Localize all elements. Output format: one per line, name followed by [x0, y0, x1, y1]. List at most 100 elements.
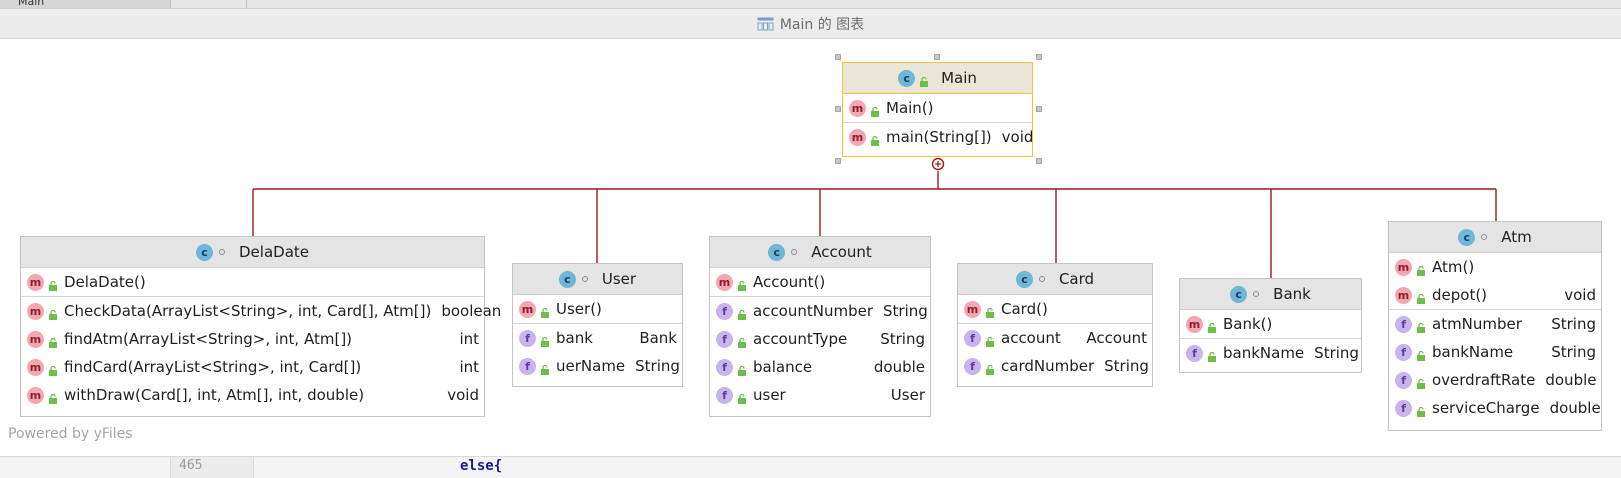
public-icon [48, 362, 58, 376]
field-row[interactable]: f uerName String [513, 352, 682, 380]
method-icon: m [964, 300, 981, 318]
method-icon: m [716, 273, 733, 291]
public-icon [737, 362, 747, 376]
field-row[interactable]: f serviceCharge double [1389, 394, 1601, 422]
method-icon: m [27, 358, 44, 376]
code-line: else{ [460, 458, 503, 474]
field-row[interactable]: f accountType String [710, 325, 930, 353]
member-name: Bank() [1223, 315, 1273, 333]
field-row[interactable]: f bankName String [1389, 338, 1601, 366]
method-icon: m [1395, 286, 1412, 304]
field-row[interactable]: f user User [710, 381, 930, 409]
public-icon [48, 277, 58, 291]
method-icon: m [27, 302, 44, 320]
method-icon: m [27, 386, 44, 404]
editor-tab-strip: Main [0, 0, 1621, 9]
field-row[interactable]: f balance double [710, 353, 930, 381]
class-name: DelaDate [239, 243, 309, 261]
method-row[interactable]: m main(String[]) void [843, 123, 1033, 151]
class-icon: c [196, 243, 213, 261]
member-name: accountNumber [753, 302, 874, 320]
public-icon [870, 103, 880, 117]
method-row[interactable]: m Main() [843, 94, 1032, 122]
member-name: balance [753, 358, 813, 376]
editor-tab-main[interactable]: Main [0, 0, 170, 8]
package-private-icon [219, 249, 225, 255]
method-row[interactable]: m findAtm(ArrayList<String>, int, Atm[]) i… [21, 325, 484, 353]
method-row[interactable]: m Atm() [1389, 253, 1601, 281]
class-node-card[interactable]: c Card m Card() f account Account f cardNumber… [957, 263, 1153, 387]
member-name: findCard(ArrayList<String>, int, Card[]) [64, 358, 362, 376]
public-icon [985, 361, 995, 375]
method-row[interactable]: m User() [513, 295, 682, 323]
selection-handle[interactable] [835, 106, 841, 112]
member-section: m CheckData(ArrayList<String>, int, Card[… [21, 297, 501, 409]
method-icon: m [849, 128, 866, 146]
class-node-deladate[interactable]: c DelaDate m DelaDate() m CheckData(ArrayLi… [20, 236, 501, 417]
powered-by-watermark: Powered by yFiles [8, 426, 133, 442]
field-row[interactable]: f atmNumber String [1389, 310, 1601, 338]
member-section: f account Account f cardNumber String [958, 324, 1152, 380]
member-type: double [1549, 399, 1601, 417]
member-name: Atm() [1432, 258, 1475, 276]
package-private-icon [1038, 276, 1045, 282]
class-header: c Main [843, 63, 1032, 94]
field-row[interactable]: f cardNumber String [958, 352, 1152, 380]
class-icon: c [1230, 285, 1248, 303]
class-name: Card [1058, 270, 1095, 288]
selection-handle[interactable] [934, 54, 940, 60]
method-row[interactable]: m depot() void [1389, 281, 1601, 309]
class-node-atm[interactable]: c Atm m Atm() m depot() void f atmNumber String… [1388, 221, 1602, 431]
class-icon: c [1015, 270, 1033, 288]
method-row[interactable]: m DelaDate() [21, 268, 484, 296]
field-row[interactable]: f overdraftRate double [1389, 366, 1601, 394]
member-name: withDraw(Card[], int, Atm[], int, double… [64, 386, 365, 404]
public-icon [737, 277, 747, 291]
member-name: uerName [556, 357, 626, 375]
member-name: main(String[]) [886, 128, 992, 146]
field-icon: f [716, 358, 733, 376]
method-row[interactable]: m withDraw(Card[], int, Atm[], int, doubl… [21, 381, 484, 409]
public-icon [870, 132, 880, 146]
field-icon: f [716, 330, 733, 348]
selection-handle[interactable] [835, 158, 841, 164]
selection-handle[interactable] [1036, 106, 1042, 112]
member-type: void [447, 386, 479, 404]
class-node-bank[interactable]: c Bank m Bank() f bankName String [1179, 278, 1362, 373]
method-icon: m [1186, 315, 1203, 333]
runnable-class-icon: c [898, 69, 916, 87]
class-header: c User [513, 264, 682, 295]
public-icon [985, 304, 995, 318]
field-row[interactable]: f bank Bank [513, 324, 682, 352]
field-row[interactable]: f bankName String [1180, 339, 1361, 367]
member-name: atmNumber [1432, 315, 1522, 333]
tab-separator [246, 0, 247, 8]
class-node-user[interactable]: c User m User() f bank Bank f uerName String [512, 263, 683, 387]
method-row[interactable]: m Card() [958, 295, 1152, 323]
selection-handle[interactable] [835, 54, 841, 60]
public-icon [737, 334, 747, 348]
field-icon: f [1395, 343, 1412, 361]
class-node-main[interactable]: c Main m Main() m main(String[]) void [842, 62, 1033, 157]
member-name: Main() [886, 99, 934, 117]
class-name: Main [941, 69, 977, 87]
selection-handle[interactable] [1036, 158, 1042, 164]
public-icon [1207, 319, 1217, 333]
class-header: c Bank [1180, 279, 1361, 310]
field-row[interactable]: f account Account [958, 324, 1152, 352]
member-name: Account() [753, 273, 826, 291]
class-name: Account [811, 243, 872, 261]
field-row[interactable]: f accountNumber String [710, 297, 930, 325]
method-row[interactable]: m findCard(ArrayList<String>, int, Card[]… [21, 353, 484, 381]
member-type: double [873, 358, 925, 376]
method-row[interactable]: m Bank() [1180, 310, 1361, 338]
member-section: m Card() [958, 295, 1152, 324]
field-icon: f [519, 329, 536, 347]
method-row[interactable]: m Account() [710, 268, 930, 296]
method-row[interactable]: m CheckData(ArrayList<String>, int, Card[… [21, 297, 501, 325]
class-node-account[interactable]: c Account m Account() f accountNumber String… [709, 236, 931, 417]
package-private-icon [1253, 291, 1260, 297]
public-icon [540, 361, 550, 375]
selection-handle[interactable] [1036, 54, 1042, 60]
member-type: double [1545, 371, 1597, 389]
